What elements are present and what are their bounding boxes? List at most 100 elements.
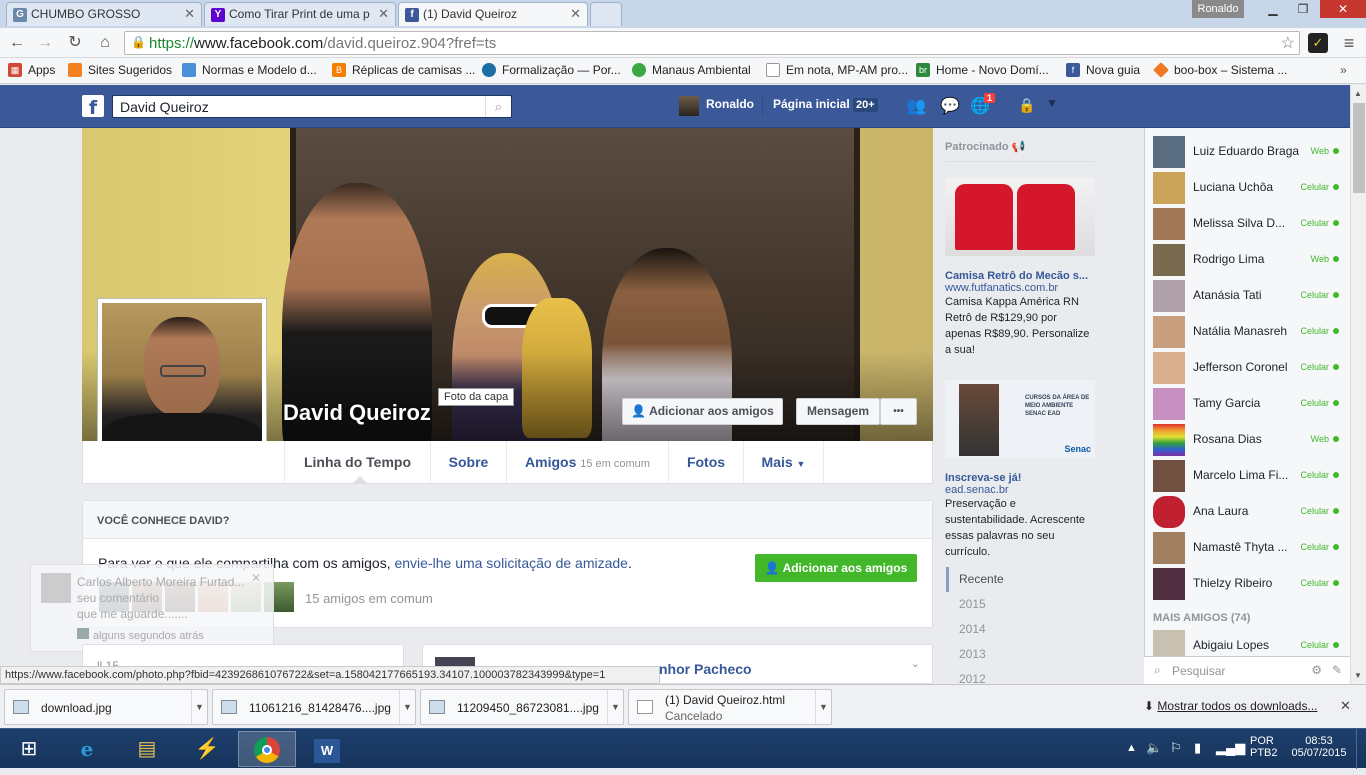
privacy-lock-icon[interactable]: 🔒	[1018, 97, 1035, 114]
page-scrollbar[interactable]: ▲ ▼	[1350, 85, 1366, 684]
ad2-title[interactable]: Inscreva-se já!	[945, 472, 1095, 484]
ad2-image[interactable]: CURSOS DA ÁREA DE MEIO AMBIENTE SENAC EA…	[945, 380, 1095, 458]
year-2015[interactable]: 2015	[946, 592, 1096, 617]
post-options-chevron-icon[interactable]: ⌄	[911, 657, 920, 670]
tab-chumbo-grosso[interactable]: G CHUMBO GROSSO ✕	[6, 2, 202, 26]
new-tab-button[interactable]	[590, 2, 622, 26]
close-window-icon[interactable]: ✕	[1320, 0, 1366, 18]
bookmark-replicas[interactable]: B Réplicas de camisas ...	[332, 63, 475, 77]
facebook-search-input[interactable]: David Queiroz ⌕	[112, 95, 512, 118]
chat-contact[interactable]: Rodrigo Lima Web	[1153, 242, 1345, 278]
address-bar[interactable]: 🔒 https://www.facebook.com/david.queiroz…	[124, 31, 1300, 55]
tab-photos[interactable]: Fotos	[669, 441, 744, 483]
tray-expand-icon[interactable]: ▲	[1126, 742, 1137, 754]
search-icon[interactable]: ⌕	[485, 96, 511, 117]
show-desktop-button[interactable]	[1356, 729, 1366, 769]
account-menu-chevron-icon[interactable]: ▼	[1046, 96, 1058, 110]
friend-requests-icon[interactable]: 👥	[906, 96, 926, 116]
chevron-down-icon[interactable]: ▼	[399, 690, 415, 724]
bookmark-apps[interactable]: ▦ Apps	[8, 63, 55, 77]
chat-contact[interactable]: Natália Manasreh Celular	[1153, 314, 1345, 350]
home-link[interactable]: Página inicial 20+	[773, 97, 878, 112]
gear-icon[interactable]: ⚙	[1311, 663, 1322, 677]
mutual-friends-count[interactable]: 15 amigos em comum	[305, 591, 433, 606]
chat-contact[interactable]: Rosana Dias Web	[1153, 422, 1345, 458]
scrollbar-thumb[interactable]	[1353, 103, 1365, 193]
file-explorer-icon[interactable]: ▤	[118, 731, 176, 767]
message-button[interactable]: Mensagem	[796, 398, 880, 425]
bookmark-manaus-ambiental[interactable]: Manaus Ambiental	[632, 63, 751, 77]
scroll-up-icon[interactable]: ▲	[1354, 89, 1362, 98]
add-friend-green-button[interactable]: 👤 Adicionar aos amigos	[755, 554, 917, 582]
facebook-logo-icon[interactable]: f	[82, 95, 104, 119]
chat-contact[interactable]: Melissa Silva D... Celular	[1153, 206, 1345, 242]
chat-search-input[interactable]: ⌕ Pesquisar ⚙ ✎	[1144, 656, 1350, 684]
chat-contact[interactable]: Luciana Uchôa Celular	[1153, 170, 1345, 206]
messages-icon[interactable]: 💬	[940, 96, 960, 116]
chat-contact[interactable]: Atanásia Tati Celular	[1153, 278, 1345, 314]
bookmarks-overflow-icon[interactable]: »	[1340, 63, 1347, 77]
ad1-url[interactable]: www.futfanatics.com.br	[945, 282, 1095, 294]
download-item[interactable]: 11209450_86723081....jpg ▼	[420, 689, 624, 725]
close-icon[interactable]: ✕	[251, 571, 261, 585]
system-clock[interactable]: 08:53 05/07/2015	[1288, 735, 1350, 759]
ad2-url[interactable]: ead.senac.br	[945, 484, 1095, 496]
windows-start-icon[interactable]: ⊞	[0, 731, 58, 767]
tab-david-queiroz[interactable]: f (1) David Queiroz ✕	[398, 2, 588, 26]
ad1-image[interactable]	[945, 178, 1095, 256]
more-options-button[interactable]: •••	[880, 398, 917, 425]
user-name-link[interactable]: Ronaldo	[706, 97, 754, 111]
post-author-name[interactable]: nhor Pacheco	[659, 661, 752, 677]
download-item[interactable]: 11061216_81428476....jpg ▼	[212, 689, 416, 725]
chat-contact[interactable]: Tamy Garcia Celular	[1153, 386, 1345, 422]
chrome-menu-icon[interactable]: ≡	[1338, 32, 1360, 54]
home-icon[interactable]: ⌂	[94, 32, 116, 54]
user-avatar[interactable]	[679, 96, 699, 116]
chevron-down-icon[interactable]: ▼	[607, 690, 623, 724]
close-tab-icon[interactable]: ✕	[184, 6, 195, 22]
chat-contact[interactable]: Thielzy Ribeiro Celular	[1153, 566, 1345, 602]
bookmark-sites-sugeridos[interactable]: Sites Sugeridos	[68, 63, 172, 77]
bookmark-em-nota[interactable]: Em nota, MP-AM pro...	[766, 63, 908, 77]
chevron-down-icon[interactable]: ▼	[815, 690, 831, 724]
input-language[interactable]: POR PTB2	[1250, 735, 1278, 759]
close-tab-icon[interactable]: ✕	[570, 6, 581, 22]
network-icon[interactable]: ⚐	[1170, 740, 1182, 756]
scroll-down-icon[interactable]: ▼	[1354, 671, 1362, 680]
bookmark-formalizacao[interactable]: Formalização — Por...	[482, 63, 621, 77]
minimize-icon[interactable]: ▁	[1258, 0, 1288, 18]
profile-name[interactable]: David Queiroz	[283, 400, 431, 426]
year-recent[interactable]: Recente	[946, 567, 1096, 592]
ad1-title[interactable]: Camisa Retrô do Mecão s...	[945, 270, 1095, 282]
bookmark-star-icon[interactable]: ☆	[1281, 33, 1295, 53]
word-icon[interactable]: W	[298, 731, 356, 767]
chevron-down-icon[interactable]: ▼	[191, 690, 207, 724]
friend-request-link[interactable]: envie-lhe uma solicitação de amizade	[394, 555, 627, 571]
tab-friends[interactable]: Amigos 15 em comum	[507, 441, 669, 483]
back-arrow-icon[interactable]: ←	[6, 32, 28, 54]
forward-arrow-icon[interactable]: →	[34, 32, 56, 54]
chat-contact[interactable]: Jefferson Coronel Celular	[1153, 350, 1345, 386]
bookmark-boo-box[interactable]: boo-box – Sistema ...	[1153, 62, 1287, 78]
notification-popup[interactable]: Carlos Alberto Moreira Furtad... seu com…	[30, 564, 274, 652]
reload-icon[interactable]: ↻	[64, 32, 86, 54]
close-downloads-icon[interactable]: ✕	[1340, 698, 1351, 714]
download-item[interactable]: (1) David Queiroz.html Cancelado ▼	[628, 689, 832, 725]
bookmark-home-novo[interactable]: br Home - Novo Domí...	[916, 63, 1049, 77]
add-friend-button[interactable]: 👤 Adicionar aos amigos	[622, 398, 783, 425]
tab-about[interactable]: Sobre	[431, 441, 507, 483]
chat-contact[interactable]: Namastê Thyta ... Celular	[1153, 530, 1345, 566]
maximize-icon[interactable]: ❐	[1288, 0, 1318, 18]
chrome-profile-button[interactable]: Ronaldo	[1192, 0, 1244, 18]
app-clock-icon[interactable]: ⚡	[178, 731, 236, 767]
volume-icon[interactable]: 🔈	[1146, 740, 1162, 756]
compose-icon[interactable]: ✎	[1332, 663, 1342, 677]
show-all-downloads-link[interactable]: ⬇ Mostrar todos os downloads...	[1144, 699, 1317, 713]
chat-contact[interactable]: Marcelo Lima Fi... Celular	[1153, 458, 1345, 494]
year-2014[interactable]: 2014	[946, 617, 1096, 642]
download-item[interactable]: download.jpg ▼	[4, 689, 208, 725]
tab-como-tirar-print[interactable]: Y Como Tirar Print de uma p ✕	[204, 2, 396, 26]
bookmark-normas[interactable]: Normas e Modelo d...	[182, 63, 317, 77]
tab-more[interactable]: Mais ▼	[744, 441, 824, 483]
extension-icon[interactable]: ✓	[1308, 33, 1328, 53]
